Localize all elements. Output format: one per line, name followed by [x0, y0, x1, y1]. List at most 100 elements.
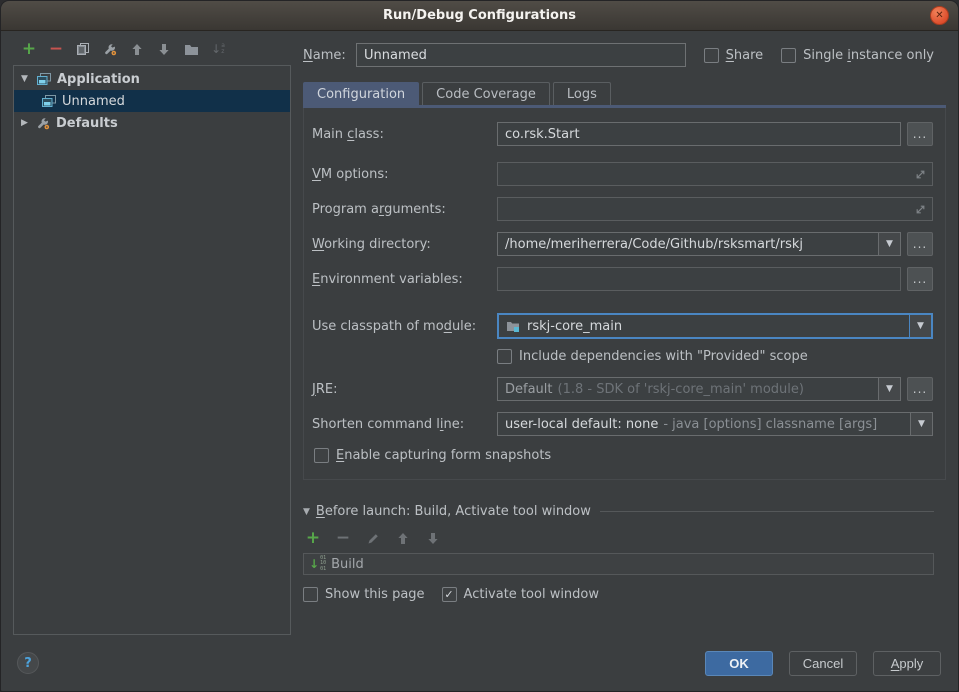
text-post: lass:	[354, 127, 384, 142]
defaults-wrench-icon	[36, 116, 51, 131]
configuration-editor: Name: Share Single instance only Configu…	[291, 31, 958, 639]
enable-capturing-checkbox-group[interactable]: Enable capturing form snapshots	[314, 448, 551, 463]
tree-item-defaults[interactable]: ▶ Defaults	[14, 112, 290, 134]
ellipsis-icon: ...	[913, 237, 927, 251]
text-post: ne:	[444, 417, 465, 432]
include-dependencies-label: Include dependencies with "Provided" sco…	[519, 349, 808, 364]
jre-value-detail: (1.8 - SDK of 'rskj-core_main' module)	[558, 382, 804, 397]
arrow-up-icon	[131, 43, 143, 56]
use-classpath-value: rskj-core_main	[520, 319, 909, 334]
working-directory-browse-button[interactable]: ...	[907, 232, 933, 256]
jre-dropdown-button[interactable]: ▼	[878, 378, 900, 400]
include-dependencies-checkbox-group[interactable]: Include dependencies with "Provided" sco…	[497, 349, 808, 364]
jre-combo[interactable]: Default(1.8 - SDK of 'rskj-core_main' mo…	[497, 377, 901, 401]
text-pre: Program a	[312, 202, 379, 217]
include-dependencies-checkbox[interactable]	[497, 349, 512, 364]
minus-icon: −	[336, 531, 350, 545]
share-checkbox-group[interactable]: Share	[704, 48, 764, 63]
dialog-footer: ? OK Cancel Apply	[1, 639, 958, 691]
mnemonic: W	[312, 237, 324, 252]
mnemonic: S	[726, 48, 734, 63]
tree-item-label: Application	[57, 72, 140, 87]
ok-button[interactable]: OK	[705, 651, 773, 676]
before-launch-title: Before launch: Build, Activate tool wind…	[316, 504, 591, 519]
text-post: guments:	[384, 202, 446, 217]
use-classpath-row: Use classpath of module: rskj-core_main …	[312, 313, 933, 339]
vm-options-field[interactable]	[497, 162, 933, 186]
tab-logs[interactable]: Logs	[553, 82, 611, 105]
before-launch-task-build[interactable]: ↓ 01 10 01 Build	[303, 553, 934, 575]
sort-letter-z: z	[221, 49, 225, 55]
tree-item-application[interactable]: ▼ Application	[14, 68, 290, 90]
jre-row: JRE: Default(1.8 - SDK of 'rskj-core_mai…	[312, 377, 933, 401]
edit-task-button[interactable]	[365, 530, 381, 546]
shorten-command-line-row: Shorten command line: user-local default…	[312, 412, 933, 436]
dialog-body: + −	[1, 31, 958, 639]
remove-configuration-button[interactable]: −	[48, 41, 64, 57]
chevron-down-icon: ▼	[918, 419, 925, 429]
help-button[interactable]: ?	[17, 652, 39, 674]
expand-icon[interactable]	[915, 204, 926, 215]
move-down-button[interactable]	[156, 41, 172, 57]
remove-task-button[interactable]: −	[335, 530, 351, 546]
use-classpath-combo[interactable]: rskj-core_main ▼	[497, 313, 933, 339]
environment-variables-row: Environment variables: ...	[312, 267, 933, 291]
name-input[interactable]	[356, 43, 686, 67]
titlebar: Run/Debug Configurations ✕	[1, 1, 958, 31]
mnemonic: d	[444, 319, 452, 334]
text-post: nable capturing form snapshots	[344, 448, 551, 463]
tab-code-coverage[interactable]: Code Coverage	[422, 82, 550, 105]
sort-az-icon: a z	[221, 43, 225, 55]
cancel-button[interactable]: Cancel	[789, 651, 857, 676]
single-instance-checkbox[interactable]	[781, 48, 796, 63]
move-up-button[interactable]	[129, 41, 145, 57]
enable-capturing-checkbox[interactable]	[314, 448, 329, 463]
environment-variables-field[interactable]	[497, 267, 901, 291]
task-label: Build	[331, 557, 364, 572]
use-classpath-dropdown-button[interactable]: ▼	[909, 315, 931, 337]
activate-tool-window-checkbox[interactable]	[442, 587, 457, 602]
sort-configurations-button[interactable]: ↓ a z	[210, 41, 226, 57]
folder-icon	[184, 43, 199, 56]
shorten-dropdown-button[interactable]: ▼	[910, 413, 932, 435]
single-instance-checkbox-group[interactable]: Single instance only	[781, 48, 934, 63]
text-pre: Single	[803, 48, 847, 63]
apply-button[interactable]: Apply	[873, 651, 941, 676]
mnemonic: V	[312, 167, 321, 182]
plus-icon: +	[22, 42, 36, 56]
text-post: RE:	[316, 382, 338, 397]
working-directory-dropdown-button[interactable]: ▼	[878, 233, 900, 255]
tree-item-unnamed[interactable]: Unnamed	[14, 90, 290, 112]
edit-defaults-button[interactable]	[102, 41, 118, 57]
move-task-up-button[interactable]	[395, 530, 411, 546]
close-button[interactable]: ✕	[930, 6, 949, 25]
main-class-browse-button[interactable]: ...	[907, 122, 933, 146]
copy-configuration-button[interactable]	[75, 41, 91, 57]
share-checkbox[interactable]	[704, 48, 719, 63]
add-configuration-button[interactable]: +	[21, 41, 37, 57]
chevron-expanded-icon: ▼	[21, 74, 31, 84]
close-icon: ✕	[935, 10, 943, 21]
activate-tool-window-checkbox-group[interactable]: Activate tool window	[442, 587, 599, 602]
shorten-command-line-value: user-local default: none- java [options]…	[498, 417, 910, 432]
wrench-icon	[103, 42, 118, 57]
text-pre: Use classpath of mo	[312, 319, 444, 334]
jre-browse-button[interactable]: ...	[907, 377, 933, 401]
chevron-collapsed-icon: ▶	[21, 118, 31, 128]
program-arguments-field[interactable]	[497, 197, 933, 221]
main-class-field[interactable]: co.rsk.Start	[497, 122, 901, 146]
tab-configuration[interactable]: Configuration	[303, 82, 419, 105]
create-folder-button[interactable]	[183, 41, 199, 57]
move-task-down-button[interactable]	[425, 530, 441, 546]
application-icon	[41, 94, 57, 108]
show-this-page-checkbox[interactable]	[303, 587, 318, 602]
expand-icon[interactable]	[915, 169, 926, 180]
shorten-command-line-combo[interactable]: user-local default: none- java [options]…	[497, 412, 933, 436]
add-task-button[interactable]: +	[305, 530, 321, 546]
single-instance-label: Single instance only	[803, 48, 934, 63]
before-launch-header[interactable]: ▼ Before launch: Build, Activate tool wi…	[303, 504, 934, 519]
vm-options-row: VM options:	[312, 162, 933, 186]
working-directory-combo[interactable]: /home/meriherrera/Code/Github/rsksmart/r…	[497, 232, 901, 256]
show-this-page-checkbox-group[interactable]: Show this page	[303, 587, 425, 602]
environment-variables-browse-button[interactable]: ...	[907, 267, 933, 291]
